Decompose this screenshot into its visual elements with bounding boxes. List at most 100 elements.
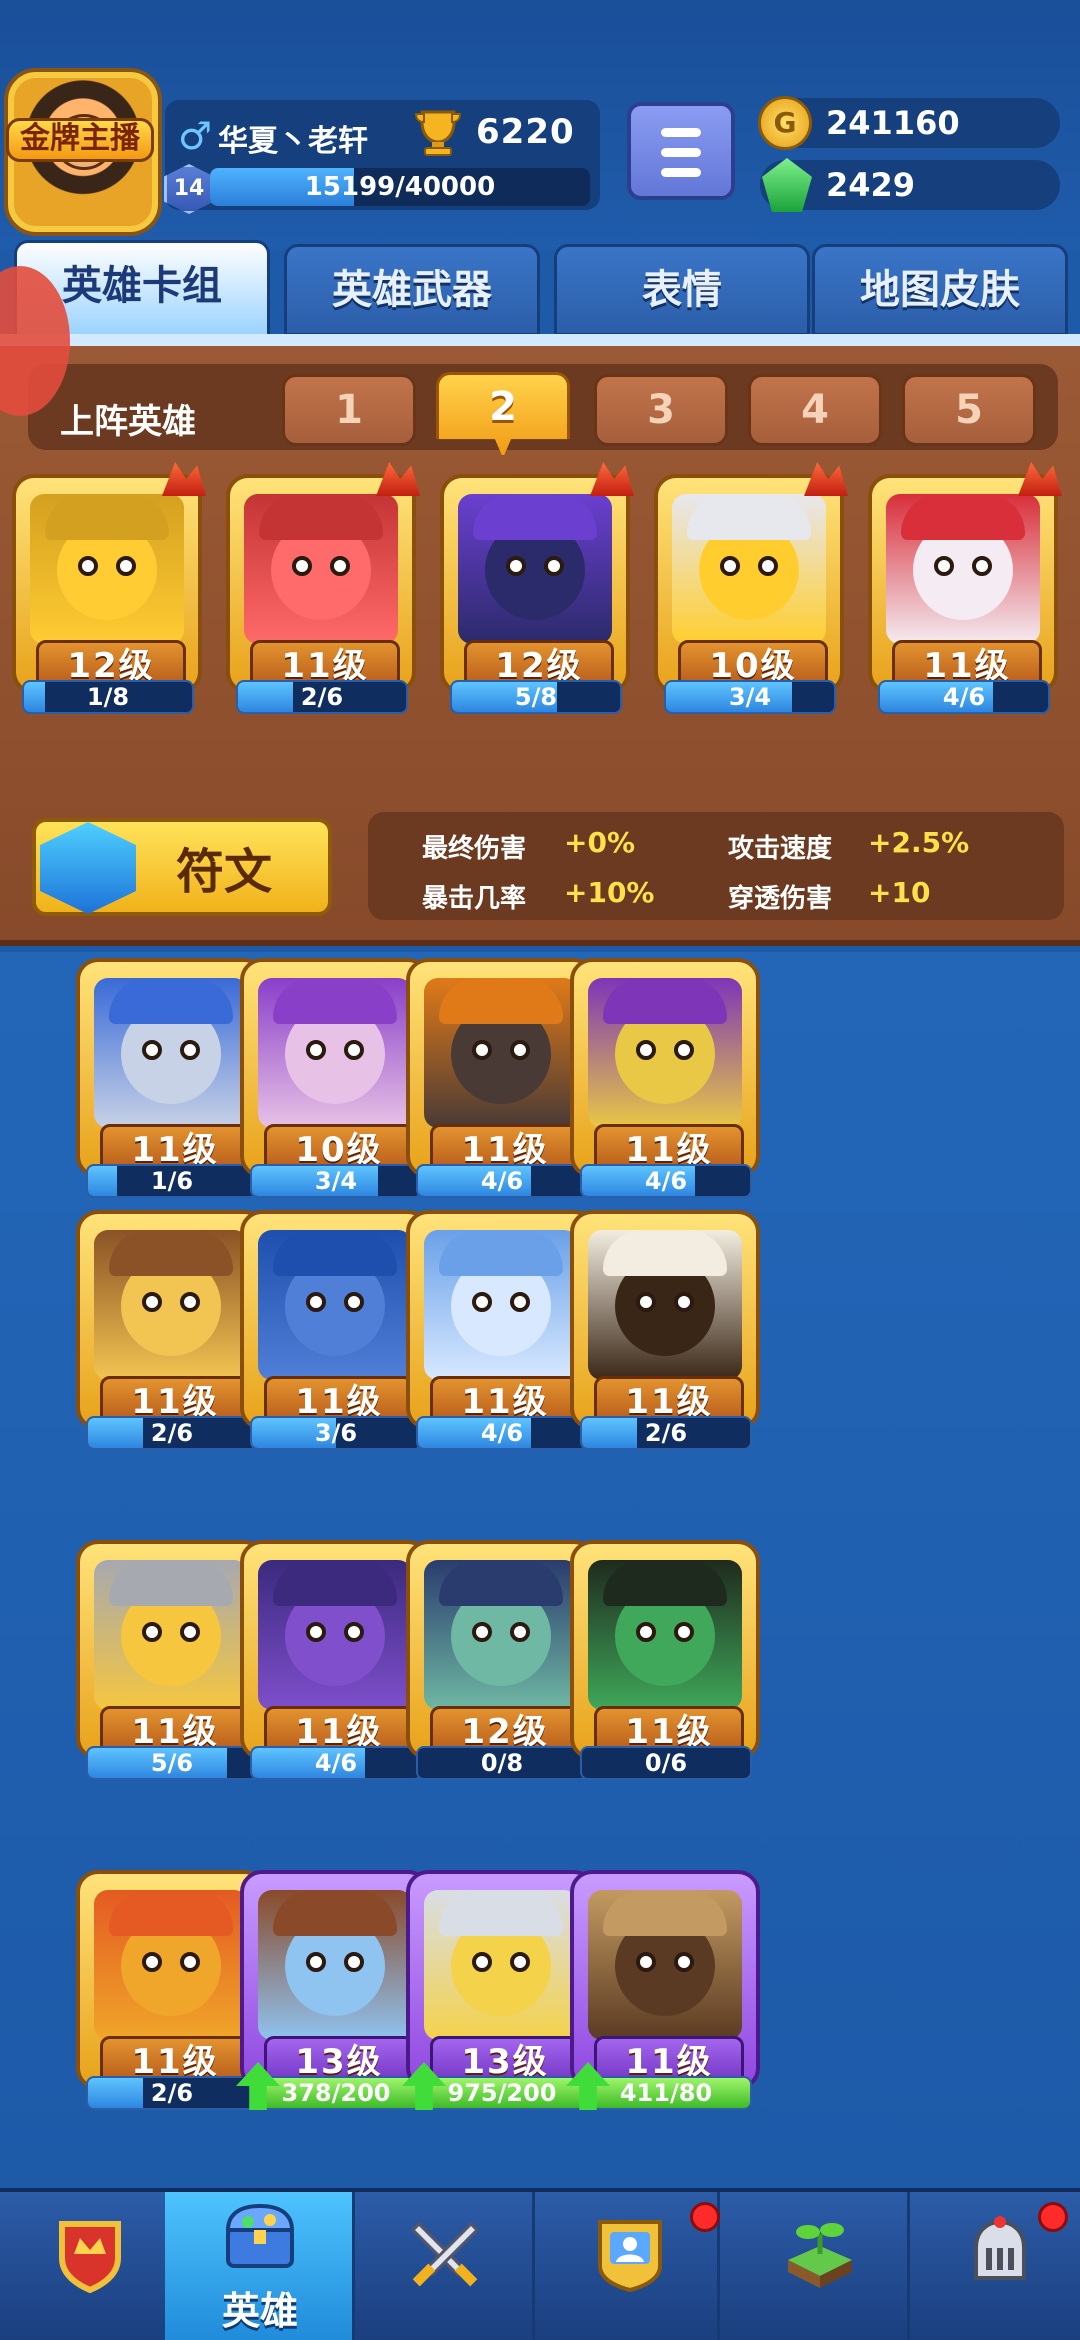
hero-portrait (458, 494, 612, 644)
team-slot-1[interactable]: 1 (282, 374, 416, 446)
hero-card-count: 975/200 (447, 2079, 557, 2107)
gem-counter[interactable]: 2429 (760, 158, 1060, 212)
hero-card[interactable]: 11级 2/6 (226, 462, 420, 714)
hero-card-progress: 5/6 (86, 1746, 258, 1780)
hero-eye-icon (934, 556, 954, 576)
hero-eye-icon (544, 556, 564, 576)
team-slot-5[interactable]: 5 (902, 374, 1036, 446)
hero-portrait (424, 1230, 578, 1380)
coin-counter[interactable]: G 241160 (758, 96, 1060, 150)
hero-card[interactable]: 11级 4/6 (868, 462, 1062, 714)
hero-card[interactable]: 11级 411/80 (566, 1858, 760, 2110)
lineup-crest-icon (376, 462, 420, 496)
treasure-chest-icon (225, 2203, 295, 2268)
hero-hat-icon (603, 978, 727, 1024)
hero-eye-icon (142, 1952, 162, 1972)
rune-button[interactable]: 符文 (32, 818, 332, 916)
hero-card-frame: 11级 (570, 1210, 760, 1430)
hero-card[interactable]: 12级 0/8 (406, 1528, 596, 1780)
hero-card-progress: 2/6 (86, 1416, 258, 1450)
hero-eye-icon (674, 1622, 694, 1642)
hero-card-count: 411/80 (619, 2079, 713, 2107)
hero-card[interactable]: 11级 4/6 (406, 1198, 596, 1450)
hero-card[interactable]: 11级 3/6 (240, 1198, 430, 1450)
hero-card[interactable]: 13级 975/200 (402, 1858, 596, 2110)
hero-card-frame: 11级 (76, 1540, 266, 1760)
hero-portrait (94, 1890, 248, 2040)
hero-card-frame: 11级 (76, 1210, 266, 1430)
hero-card-progress: 2/6 (86, 2076, 258, 2110)
hero-card[interactable]: 11级 2/6 (76, 1198, 266, 1450)
hero-card-count: 378/200 (281, 2079, 391, 2107)
bottom-nav: 英雄 (0, 2188, 1080, 2340)
nav-battle[interactable] (355, 2192, 535, 2340)
buff-panel: 最终伤害 +0% 攻击速度 +2.5% 暴击几率 +10% 穿透伤害 +10 (368, 812, 1064, 920)
hero-hat-icon (603, 1560, 727, 1606)
nav-profile[interactable] (910, 2192, 1080, 2340)
hero-card-frame: 11级 (868, 474, 1058, 694)
trophy-count: 6220 (476, 112, 575, 152)
avatar-title-badge: 金牌主播 (6, 118, 154, 162)
hero-card-count: 1/8 (86, 683, 130, 711)
nav-rank[interactable] (0, 2192, 180, 2340)
hero-card-count: 2/6 (644, 1419, 688, 1447)
tab-emotes[interactable]: 表情 (554, 244, 810, 336)
hero-card[interactable]: 11级 4/6 (240, 1528, 430, 1780)
hero-card-frame: 12级 (406, 1540, 596, 1760)
crown-shield-icon (59, 2221, 121, 2294)
buff-value: +10% (564, 876, 655, 909)
hero-card[interactable]: 11级 4/6 (570, 946, 760, 1198)
hero-hat-icon (473, 494, 597, 540)
hero-hat-icon (603, 1890, 727, 1936)
hero-card-count: 4/6 (480, 1419, 524, 1447)
hero-card[interactable]: 11级 2/6 (570, 1198, 760, 1450)
hero-card[interactable]: 11级 1/6 (76, 946, 266, 1198)
hero-card-progress: 0/6 (580, 1746, 752, 1780)
coin-icon: G (758, 96, 812, 150)
buff-value: +2.5% (868, 826, 970, 859)
hero-card[interactable]: 10级 3/4 (240, 946, 430, 1198)
hero-hat-icon (45, 494, 169, 540)
hero-card-frame: 11级 (240, 1540, 430, 1760)
nav-garden[interactable] (730, 2192, 910, 2340)
hero-card-frame: 10级 (654, 474, 844, 694)
hero-hat-icon (273, 1230, 397, 1276)
guild-notification-dot (690, 2202, 720, 2232)
hero-eye-icon (510, 1292, 530, 1312)
menu-button[interactable] (627, 102, 735, 200)
hero-portrait (258, 978, 412, 1128)
hero-eye-icon (674, 1292, 694, 1312)
hero-card[interactable]: 11级 5/6 (76, 1528, 266, 1780)
hero-card-progress: 411/80 (580, 2076, 752, 2110)
hero-card[interactable]: 12级 5/8 (440, 462, 634, 714)
hero-card[interactable]: 11级 0/6 (570, 1528, 760, 1780)
team-slot-3[interactable]: 3 (594, 374, 728, 446)
hero-card[interactable]: 13级 378/200 (236, 1858, 430, 2110)
hero-card-progress: 5/8 (450, 680, 622, 714)
hero-card-progress: 4/6 (416, 1164, 588, 1198)
hero-card[interactable]: 12级 1/8 (12, 462, 206, 714)
buff-label: 攻击速度 (728, 834, 833, 864)
hero-eye-icon (78, 556, 98, 576)
hero-eye-icon (116, 556, 136, 576)
buff-label: 最终伤害 (422, 834, 527, 864)
crossed-swords-icon (410, 2221, 480, 2287)
hero-eye-icon (142, 1622, 162, 1642)
nav-guild[interactable] (540, 2192, 720, 2340)
hero-eye-icon (472, 1622, 492, 1642)
hero-card-progress: 4/6 (250, 1746, 422, 1780)
hero-eye-icon (758, 556, 778, 576)
hero-hat-icon (273, 978, 397, 1024)
hero-hat-icon (603, 1230, 727, 1276)
trophy-icon (414, 110, 462, 156)
hero-card[interactable]: 11级 4/6 (406, 946, 596, 1198)
tab-map-skins[interactable]: 地图皮肤 (812, 244, 1068, 336)
nav-heroes[interactable]: 英雄 (165, 2192, 355, 2340)
hero-eye-icon (142, 1040, 162, 1060)
hero-card[interactable]: 10级 3/4 (654, 462, 848, 714)
hero-eye-icon (306, 1040, 326, 1060)
hero-hat-icon (109, 1560, 233, 1606)
tab-hero-weapons[interactable]: 英雄武器 (284, 244, 540, 336)
hero-card[interactable]: 11级 2/6 (76, 1858, 266, 2110)
team-slot-4[interactable]: 4 (748, 374, 882, 446)
